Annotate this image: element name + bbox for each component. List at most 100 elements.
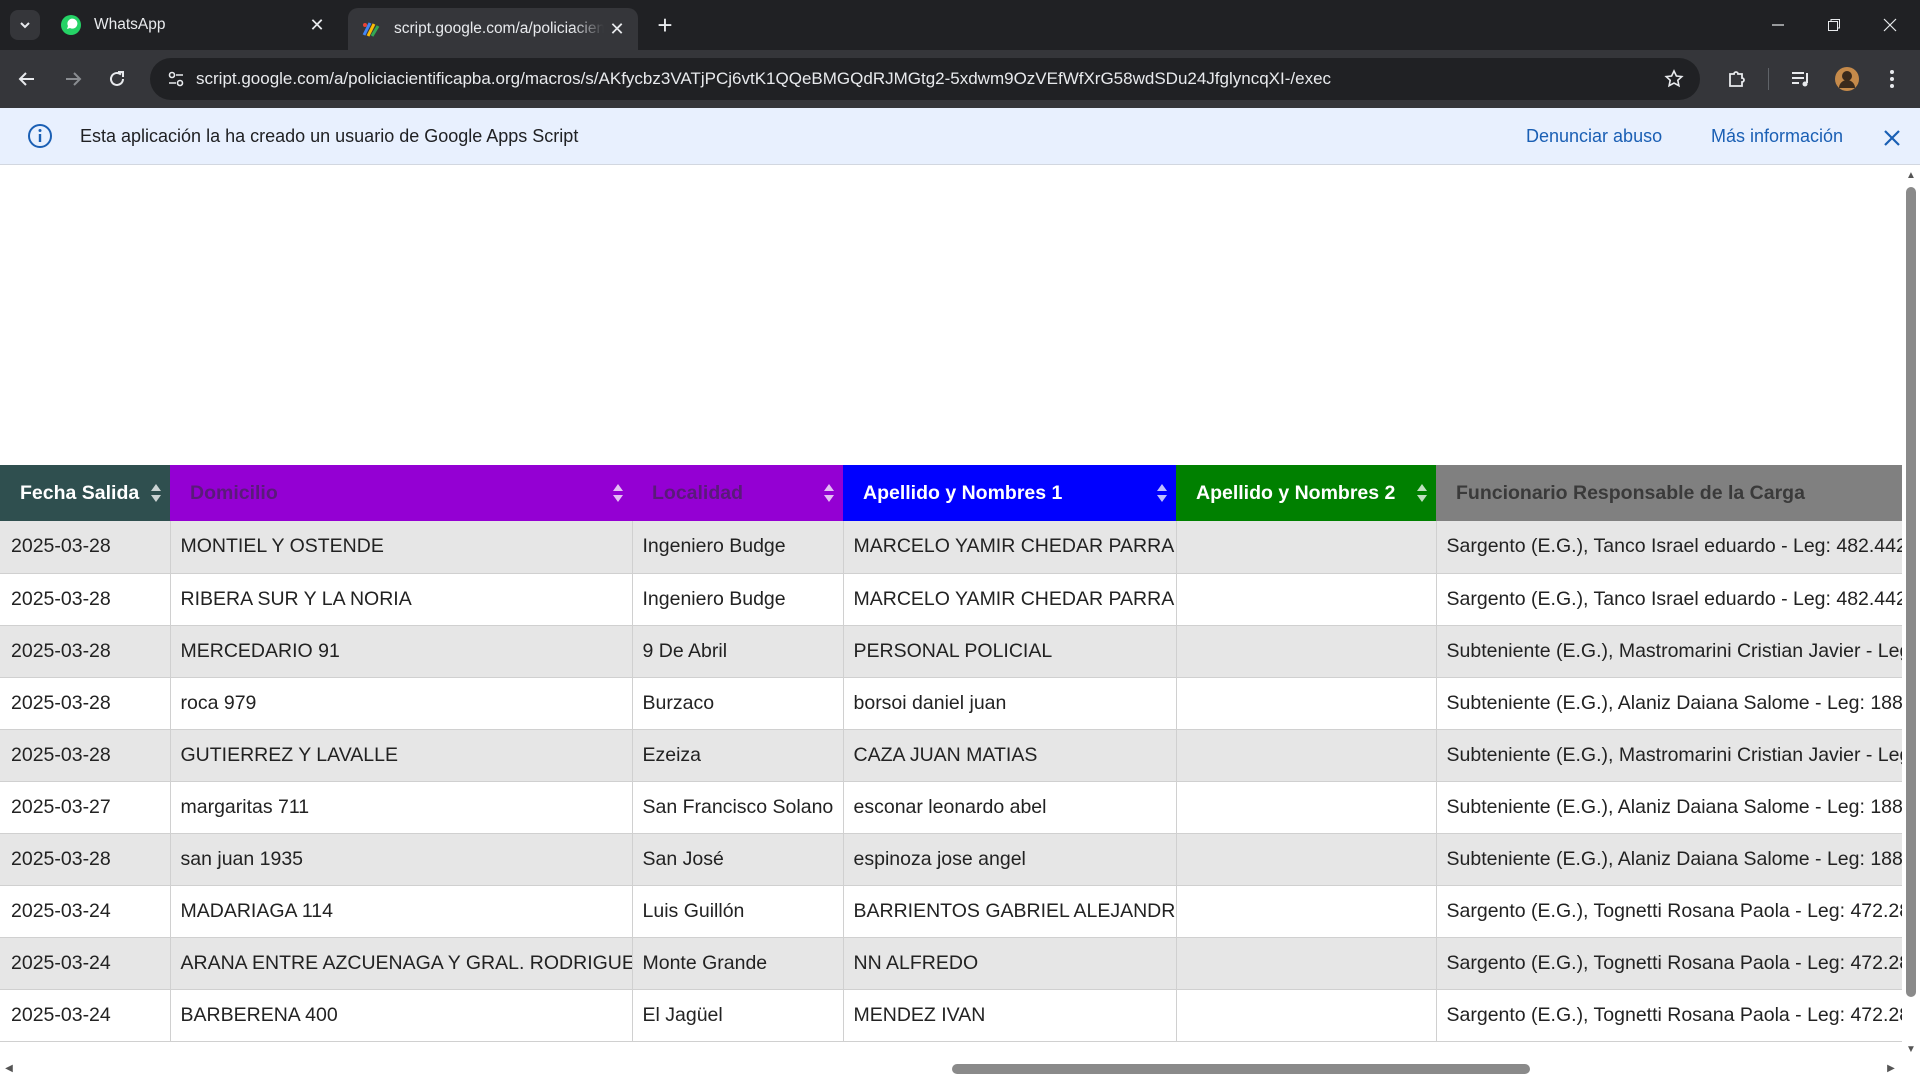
table-cell: san juan 1935 <box>170 833 633 886</box>
report-abuse-link[interactable]: Denunciar abuso <box>1526 126 1662 147</box>
minimize-button[interactable] <box>1750 0 1806 50</box>
table-cell: Subteniente (E.G.), Alaniz Daiana Salome… <box>1436 677 1902 730</box>
table-cell <box>1176 573 1437 626</box>
tab-title: script.google.com/a/policiacientificapba… <box>394 20 604 37</box>
close-window-button[interactable] <box>1862 0 1918 50</box>
table-cell: MERCEDARIO 91 <box>170 625 633 678</box>
column-header[interactable]: Localidad <box>632 465 843 521</box>
page-content: Fecha Salida Domicilio Localidad Apellido y… <box>0 165 1902 1077</box>
column-header[interactable]: Funcionario Responsable de la Carga <box>1436 465 1902 521</box>
info-icon <box>28 124 52 148</box>
tab-apps-script[interactable]: script.google.com/a/policiacientificapba… <box>348 8 638 50</box>
tab-search-button[interactable] <box>10 10 40 40</box>
table-cell: Ingeniero Budge <box>632 521 844 574</box>
arrow-left-icon <box>18 72 34 86</box>
vertical-scroll-thumb[interactable] <box>1906 187 1916 997</box>
close-tab-icon[interactable]: ✕ <box>604 16 630 42</box>
media-controls-button[interactable] <box>1784 62 1818 96</box>
table-cell: 2025-03-28 <box>0 573 171 626</box>
scroll-left-arrow[interactable]: ◀ <box>4 1064 14 1074</box>
table-cell: 2025-03-24 <box>0 937 171 990</box>
table-row: 2025-03-24 BARBERENA 400 El Jagüel MENDEZ I… <box>0 989 1902 1042</box>
close-icon <box>1883 18 1897 32</box>
close-tab-icon[interactable]: ✕ <box>304 12 330 38</box>
column-header[interactable]: Apellido y Nombres 1 <box>843 465 1176 521</box>
arrow-right-icon <box>66 72 82 86</box>
column-header[interactable]: Apellido y Nombres 2 <box>1176 465 1436 521</box>
table-cell <box>1176 885 1437 938</box>
table-cell: San José <box>632 833 844 886</box>
browser-toolbar: script.google.com/a/policiacientificapba… <box>0 50 1920 108</box>
column-header[interactable]: Domicilio <box>170 465 632 521</box>
table-cell: 9 De Abril <box>632 625 844 678</box>
scroll-up-arrow[interactable]: ▲ <box>1906 171 1916 181</box>
table-cell: Sargento (E.G.), Tanco Israel eduardo - … <box>1436 521 1902 574</box>
table-row: 2025-03-28 RIBERA SUR Y LA NORIA Ingeniero… <box>0 573 1902 626</box>
scroll-right-arrow[interactable]: ▶ <box>1886 1064 1896 1074</box>
table-cell: esconar leonardo abel <box>843 781 1177 834</box>
table-cell: 2025-03-28 <box>0 625 171 678</box>
sort-arrows-icon[interactable] <box>823 483 835 503</box>
extensions-button[interactable] <box>1720 62 1754 96</box>
sort-arrows-icon[interactable] <box>1416 483 1428 503</box>
table-cell: 2025-03-27 <box>0 781 171 834</box>
new-tab-button[interactable]: + <box>650 10 680 40</box>
tab-whatsapp[interactable]: WhatsApp ✕ <box>48 6 338 44</box>
restore-button[interactable] <box>1806 0 1862 50</box>
minimize-icon <box>1772 24 1784 26</box>
profile-avatar[interactable] <box>1830 62 1864 96</box>
data-table: Fecha Salida Domicilio Localidad Apellido y… <box>0 465 1902 1042</box>
toolbar-separator <box>1768 68 1769 90</box>
table-cell: 2025-03-24 <box>0 989 171 1042</box>
table-cell: Subteniente (E.G.), Alaniz Daiana Salome… <box>1436 833 1902 886</box>
infobar-message: Esta aplicación la ha creado un usuario … <box>80 126 579 146</box>
sort-arrows-icon[interactable] <box>150 483 162 503</box>
horizontal-scroll-thumb[interactable] <box>952 1064 1530 1074</box>
table-cell: MONTIEL Y OSTENDE <box>170 521 633 574</box>
horizontal-scrollbar[interactable]: ◀ ▶ <box>0 1060 1902 1078</box>
sort-arrows-icon[interactable] <box>1156 483 1168 503</box>
column-header-label: Apellido y Nombres 1 <box>863 481 1063 504</box>
table-cell: Subteniente (E.G.), Mastromarini Cristia… <box>1436 729 1902 782</box>
back-button[interactable] <box>10 62 44 96</box>
tab-title: WhatsApp <box>94 16 166 33</box>
vertical-scrollbar[interactable]: ▲ ▼ <box>1902 165 1920 1080</box>
puzzle-icon <box>1729 71 1745 87</box>
table-cell: 2025-03-28 <box>0 521 171 574</box>
table-cell: ARANA ENTRE AZCUENAGA Y GRAL. RODRIGUEZ <box>170 937 633 990</box>
table-cell: Monte Grande <box>632 937 844 990</box>
table-cell <box>1176 833 1437 886</box>
table-cell <box>1176 625 1437 678</box>
table-cell: Ingeniero Budge <box>632 573 844 626</box>
table-row: 2025-03-27 margaritas 711 San Francisco So… <box>0 781 1902 834</box>
site-settings-icon[interactable] <box>164 67 188 91</box>
table-cell: margaritas 711 <box>170 781 633 834</box>
table-cell: espinoza jose angel <box>843 833 1177 886</box>
column-header[interactable]: Fecha Salida <box>0 465 170 521</box>
table-cell: GUTIERREZ Y LAVALLE <box>170 729 633 782</box>
table-cell <box>1176 781 1437 834</box>
table-cell: 2025-03-28 <box>0 677 171 730</box>
forward-button[interactable] <box>56 62 90 96</box>
queue-music-icon <box>1792 72 1808 87</box>
reload-icon <box>110 71 124 86</box>
close-infobar-icon[interactable] <box>1878 124 1906 152</box>
table-cell: borsoi daniel juan <box>843 677 1177 730</box>
table-cell: El Jagüel <box>632 989 844 1042</box>
table-row: 2025-03-28 MONTIEL Y OSTENDE Ingeniero Bud… <box>0 521 1902 574</box>
table-cell <box>1176 521 1437 574</box>
avatar-icon <box>1835 67 1859 91</box>
address-bar[interactable]: script.google.com/a/policiacientificapba… <box>150 58 1700 100</box>
scroll-down-arrow[interactable]: ▼ <box>1906 1045 1916 1055</box>
reload-button[interactable] <box>100 62 134 96</box>
table-row: 2025-03-28 MERCEDARIO 91 9 De Abril PERSONA… <box>0 625 1902 678</box>
table-cell: Ezeiza <box>632 729 844 782</box>
more-info-link[interactable]: Más información <box>1711 126 1843 147</box>
bookmark-star-icon[interactable] <box>1662 67 1686 91</box>
menu-button[interactable] <box>1875 62 1909 96</box>
apps-script-icon <box>360 18 382 40</box>
table-cell: roca 979 <box>170 677 633 730</box>
table-cell <box>1176 937 1437 990</box>
chevron-down-icon <box>20 22 30 29</box>
sort-arrows-icon[interactable] <box>612 483 624 503</box>
